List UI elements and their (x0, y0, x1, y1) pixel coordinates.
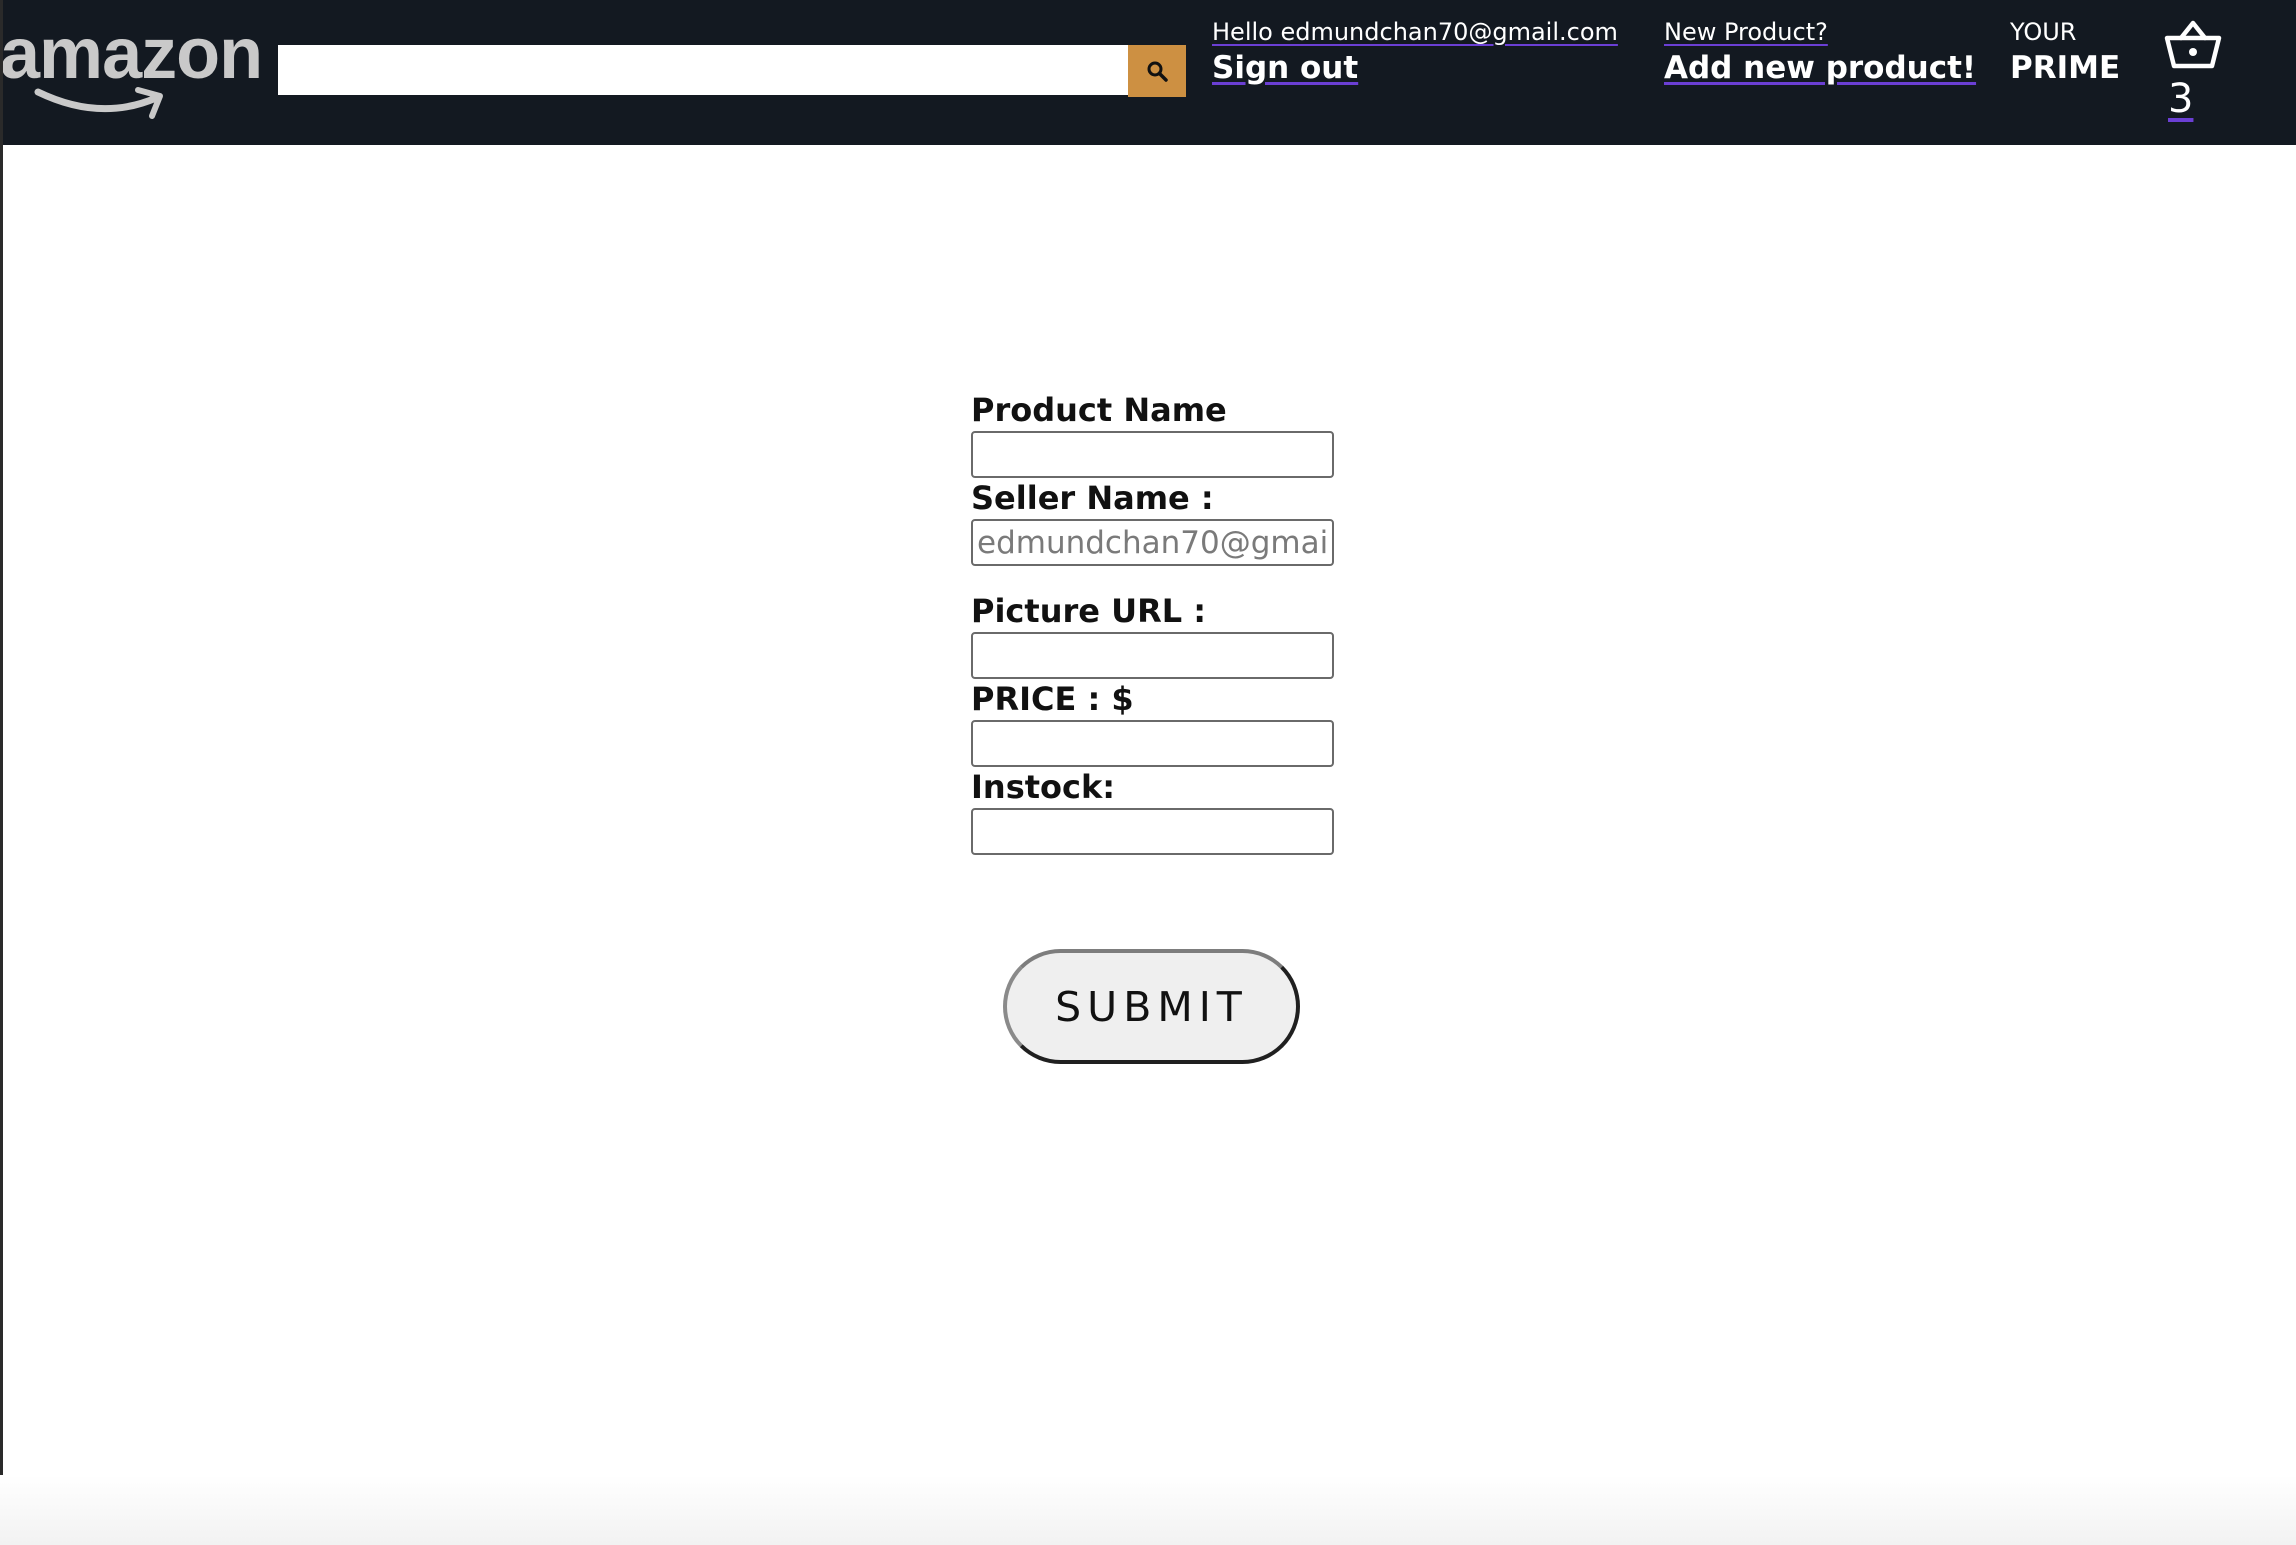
search-input[interactable] (278, 45, 1128, 95)
prime-line1: YOUR (2010, 18, 2077, 46)
field-spacer (971, 566, 1371, 591)
basket-count[interactable]: 3 (2168, 76, 2193, 122)
instock-input[interactable] (971, 808, 1334, 855)
search-icon (1147, 61, 1168, 82)
amazon-logo[interactable]: amazon (0, 12, 263, 122)
instock-label: Instock: (971, 768, 1116, 806)
submit-button[interactable]: SUBMIT (1003, 949, 1300, 1064)
picture-url-input[interactable] (971, 632, 1334, 679)
add-product-form: Product Name Seller Name : Picture URL :… (971, 390, 1371, 855)
window-left-edge (0, 0, 3, 1545)
nav-add-product[interactable]: New Product? Add new product! (1664, 16, 1976, 88)
seller-name-input[interactable] (971, 519, 1334, 566)
seller-name-label: Seller Name : (971, 479, 1214, 517)
basket-icon (2164, 20, 2222, 69)
window-bottom-shadow (0, 1475, 2296, 1545)
price-label: PRICE : $ (971, 680, 1134, 718)
page: amazon Hello edmundchan70@gmail.com Sign… (0, 0, 2296, 1545)
picture-url-label: Picture URL : (971, 592, 1207, 630)
top-navigation-bar: amazon Hello edmundchan70@gmail.com Sign… (0, 0, 2296, 145)
add-new-product-link[interactable]: Add new product! (1664, 48, 1976, 88)
price-input[interactable] (971, 720, 1334, 767)
nav-prime[interactable]: YOUR PRIME (2010, 16, 2120, 88)
product-name-input[interactable] (971, 431, 1334, 478)
basket-link[interactable]: 3 (2164, 18, 2234, 128)
prime-line2: PRIME (2010, 50, 2121, 86)
new-product-prompt[interactable]: New Product? (1664, 16, 1976, 48)
amazon-smile-logo (34, 87, 163, 119)
user-greeting[interactable]: Hello edmundchan70@gmail.com (1212, 16, 1618, 48)
product-name-label: Product Name (971, 391, 1227, 429)
sign-out-link[interactable]: Sign out (1212, 48, 1618, 88)
nav-user-account[interactable]: Hello edmundchan70@gmail.com Sign out (1212, 16, 1618, 88)
search-button[interactable] (1128, 45, 1186, 97)
